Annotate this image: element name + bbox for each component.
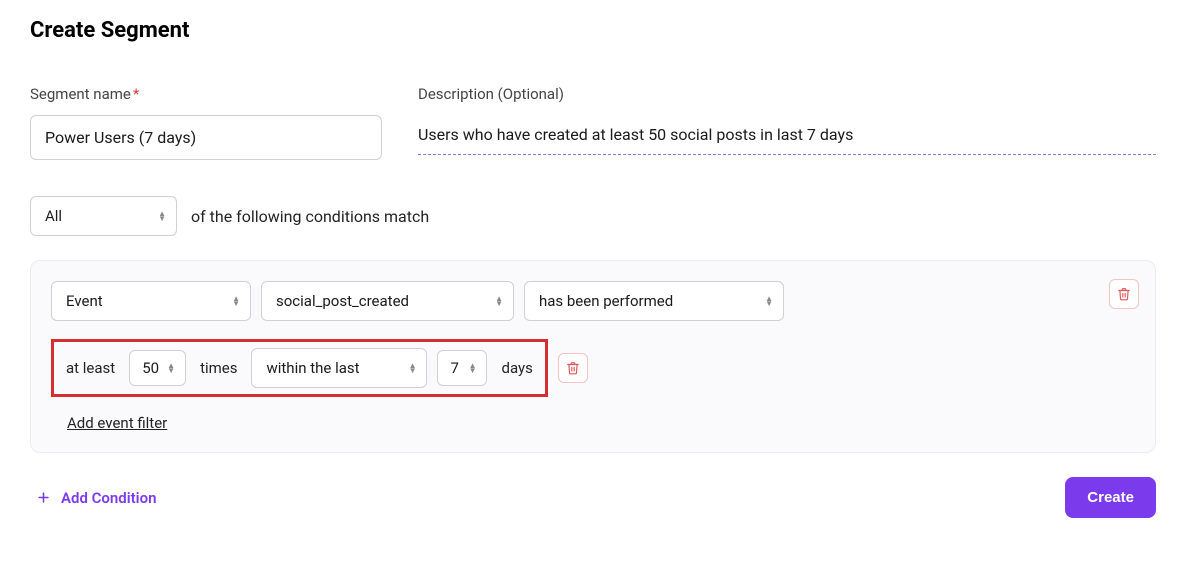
times-label: times (196, 359, 241, 377)
chevron-updown-icon: ▲▼ (469, 363, 477, 373)
condition-group: Event ▲▼ social_post_created ▲▼ has been… (30, 260, 1156, 453)
highlight-box: at least 50 ▲▼ times within the last ▲▼ … (51, 339, 548, 397)
condition-type-select[interactable]: Event ▲▼ (51, 281, 251, 321)
match-mode-select[interactable]: All ▲▼ (30, 196, 177, 236)
chevron-updown-icon: ▲▼ (409, 363, 417, 373)
delete-group-button[interactable] (1109, 279, 1139, 309)
match-suffix-text: of the following conditions match (191, 207, 429, 226)
days-label: days (497, 359, 536, 377)
delete-row-button[interactable] (558, 353, 588, 383)
chevron-updown-icon: ▲▼ (232, 296, 240, 306)
required-asterisk: * (133, 85, 139, 103)
page-title: Create Segment (30, 18, 1156, 43)
trash-icon (566, 361, 580, 375)
chevron-updown-icon: ▲▼ (167, 363, 175, 373)
chevron-updown-icon: ▲▼ (495, 296, 503, 306)
segment-name-input[interactable] (30, 115, 382, 160)
trash-icon (1117, 287, 1131, 301)
count-stepper[interactable]: 50 ▲▼ (129, 350, 186, 386)
add-event-filter-link[interactable]: Add event filter (67, 414, 167, 432)
description-input[interactable] (418, 115, 1156, 155)
description-label: Description (Optional) (418, 85, 1156, 103)
performed-select[interactable]: has been performed ▲▼ (524, 281, 784, 321)
segment-name-label: Segment name* (30, 85, 382, 103)
create-button[interactable]: Create (1065, 477, 1156, 518)
at-least-label: at least (62, 359, 119, 377)
event-name-select[interactable]: social_post_created ▲▼ (261, 281, 514, 321)
within-select[interactable]: within the last ▲▼ (251, 348, 427, 388)
chevron-updown-icon: ▲▼ (158, 211, 166, 221)
days-stepper[interactable]: 7 ▲▼ (437, 350, 487, 386)
plus-icon (36, 490, 51, 505)
add-condition-button[interactable]: Add Condition (36, 489, 156, 507)
chevron-updown-icon: ▲▼ (765, 296, 773, 306)
